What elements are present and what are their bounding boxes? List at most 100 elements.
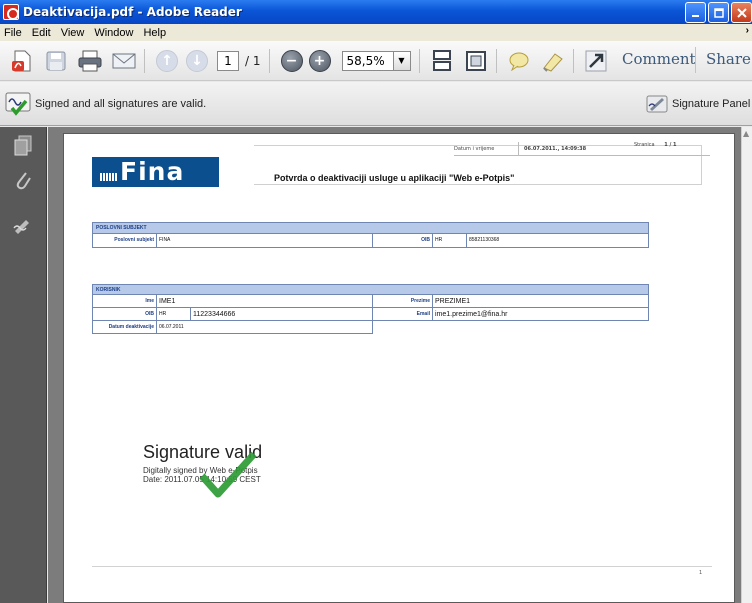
page-number-input[interactable]: 1 xyxy=(217,50,239,71)
minus-icon: − xyxy=(280,49,303,72)
adobe-reader-icon xyxy=(3,4,19,20)
email-icon xyxy=(112,53,136,68)
signature-panel-label: Signature Panel xyxy=(672,98,751,110)
divider xyxy=(518,142,519,156)
sticky-note-button[interactable] xyxy=(507,49,531,73)
signature-panel-button[interactable]: Signature Panel xyxy=(646,93,750,115)
oib-country: HR xyxy=(157,308,191,321)
save-icon xyxy=(46,51,66,70)
minimize-icon xyxy=(691,14,699,17)
table-row: Poslovni subjekt FINA OIB HR 85821130368 xyxy=(93,234,648,247)
oib-label: OIB xyxy=(93,308,157,321)
user-section: KORISNIK Ime IME1 Prezime PREZIME1 OIB H… xyxy=(92,284,649,351)
datetime-value: 06.07.2011., 14:09:38 xyxy=(524,146,587,152)
toolbar-divider xyxy=(418,48,420,73)
arrow-down-icon: ↓ xyxy=(186,49,208,72)
vertical-scrollbar[interactable]: ▲ xyxy=(741,127,752,603)
table-row: Ime IME1 Prezime PREZIME1 xyxy=(92,295,649,308)
menu-help[interactable]: Help xyxy=(139,27,172,39)
fit-page-button[interactable] xyxy=(464,49,488,73)
maximize-icon xyxy=(713,7,724,18)
minimize-button[interactable] xyxy=(685,2,706,23)
toolbar-divider xyxy=(695,47,696,73)
datetime-label: Datum i vrijeme xyxy=(454,146,495,152)
zoom-dropdown-button[interactable]: ▼ xyxy=(393,50,411,71)
pages-icon xyxy=(14,135,32,156)
print-icon xyxy=(78,50,102,71)
page-total: / 1 xyxy=(245,53,261,68)
section-header: POSLOVNI SUBJEKT xyxy=(93,223,648,234)
signature-stamp[interactable]: Signature valid Digitally signed by Web … xyxy=(143,442,303,512)
previous-page-button[interactable]: ↑ xyxy=(155,49,179,73)
oib-country: HR xyxy=(433,234,467,247)
table-row: Datum deaktivacije 06.07.2011 xyxy=(92,321,373,334)
fina-logo: Fina xyxy=(92,157,219,187)
zoom-in-button[interactable]: + xyxy=(308,49,332,73)
menu-view[interactable]: View xyxy=(57,27,91,39)
scroll-up-icon[interactable]: ▲ xyxy=(743,129,749,138)
menu-file[interactable]: File xyxy=(0,27,28,39)
ime-label: Ime xyxy=(93,295,157,308)
print-button[interactable] xyxy=(78,49,102,73)
page-meta: Stranica 1 / 1 xyxy=(634,142,676,148)
highlight-button[interactable] xyxy=(541,49,565,73)
comment-pane-button[interactable]: Comment xyxy=(622,50,696,68)
document-title: Potvrda o deaktivaciji usluge u aplikaci… xyxy=(274,173,515,183)
menu-edit[interactable]: Edit xyxy=(28,27,57,39)
section-header: KORISNIK xyxy=(92,284,649,295)
signature-valid-icon xyxy=(5,92,31,116)
email-label: Email xyxy=(373,308,433,321)
email-button[interactable] xyxy=(112,49,136,73)
menu-bar: File Edit View Window Help › xyxy=(0,24,752,41)
paperclip-icon xyxy=(16,172,31,190)
toolbar-divider xyxy=(268,48,270,73)
deactivation-date-value: 06.07.2011 xyxy=(159,324,184,330)
create-pdf-icon xyxy=(12,50,31,71)
zoom-out-button[interactable]: − xyxy=(280,49,304,73)
email-value: ime1.prezime1@fina.hr xyxy=(435,311,508,318)
footer-divider xyxy=(92,566,712,567)
signature-pen-icon xyxy=(13,220,29,234)
scrolling-mode-button[interactable] xyxy=(430,49,454,73)
logo-bars xyxy=(100,169,118,181)
ime-value: IME1 xyxy=(157,295,373,308)
pdf-page: Datum i vrijeme 06.07.2011., 14:09:38 St… xyxy=(63,133,735,603)
logo-text: Fina xyxy=(120,157,185,186)
chevron-down-icon: ▼ xyxy=(398,56,405,65)
navigation-pane xyxy=(0,127,47,603)
table-row: OIB HR 11223344666 Email ime1.prezime1@f… xyxy=(92,308,649,321)
fullscreen-button[interactable] xyxy=(584,49,608,73)
signature-pen-icon xyxy=(646,95,668,113)
page-label: Stranica xyxy=(634,142,655,148)
page-value: 1 / 1 xyxy=(664,142,677,148)
create-pdf-button[interactable] xyxy=(10,49,34,73)
title-bar: Deaktivacija.pdf - Adobe Reader xyxy=(0,0,752,24)
signature-message-bar: Signed and all signatures are valid. Sig… xyxy=(0,82,752,126)
oib-value: 85821130368 xyxy=(469,237,500,243)
comment-bubble-icon xyxy=(509,52,528,71)
toolbar-divider xyxy=(495,48,497,73)
close-button[interactable] xyxy=(731,2,752,23)
signatures-panel-button[interactable] xyxy=(12,215,34,237)
window-title: Deaktivacija.pdf - Adobe Reader xyxy=(23,5,242,19)
attachments-panel-button[interactable] xyxy=(12,169,34,191)
toolbar-divider xyxy=(144,48,145,73)
signature-status-text: Signed and all signatures are valid. xyxy=(35,97,207,110)
save-button[interactable] xyxy=(44,49,68,73)
menu-window[interactable]: Window xyxy=(90,27,139,39)
share-pane-button[interactable]: Share xyxy=(706,50,751,68)
maximize-button[interactable] xyxy=(708,2,729,23)
footer-page-number: 1 xyxy=(699,570,703,576)
toolbar: ↑ ↓ 1 / 1 − + 58,5% ▼ Comment Share xyxy=(0,41,752,81)
zoom-level-input[interactable]: 58,5% xyxy=(341,50,394,71)
toolbar-divider xyxy=(572,48,574,73)
next-page-button[interactable]: ↓ xyxy=(185,49,209,73)
pages-panel-button[interactable] xyxy=(12,135,34,157)
highlighter-icon xyxy=(542,52,563,72)
oib-label: OIB xyxy=(373,234,433,247)
fit-page-icon xyxy=(465,50,486,71)
plus-icon: + xyxy=(308,49,331,72)
oib-value: 11223344666 xyxy=(191,308,373,321)
menu-overflow-icon[interactable]: › xyxy=(746,25,749,36)
checkmark-icon xyxy=(199,451,257,498)
